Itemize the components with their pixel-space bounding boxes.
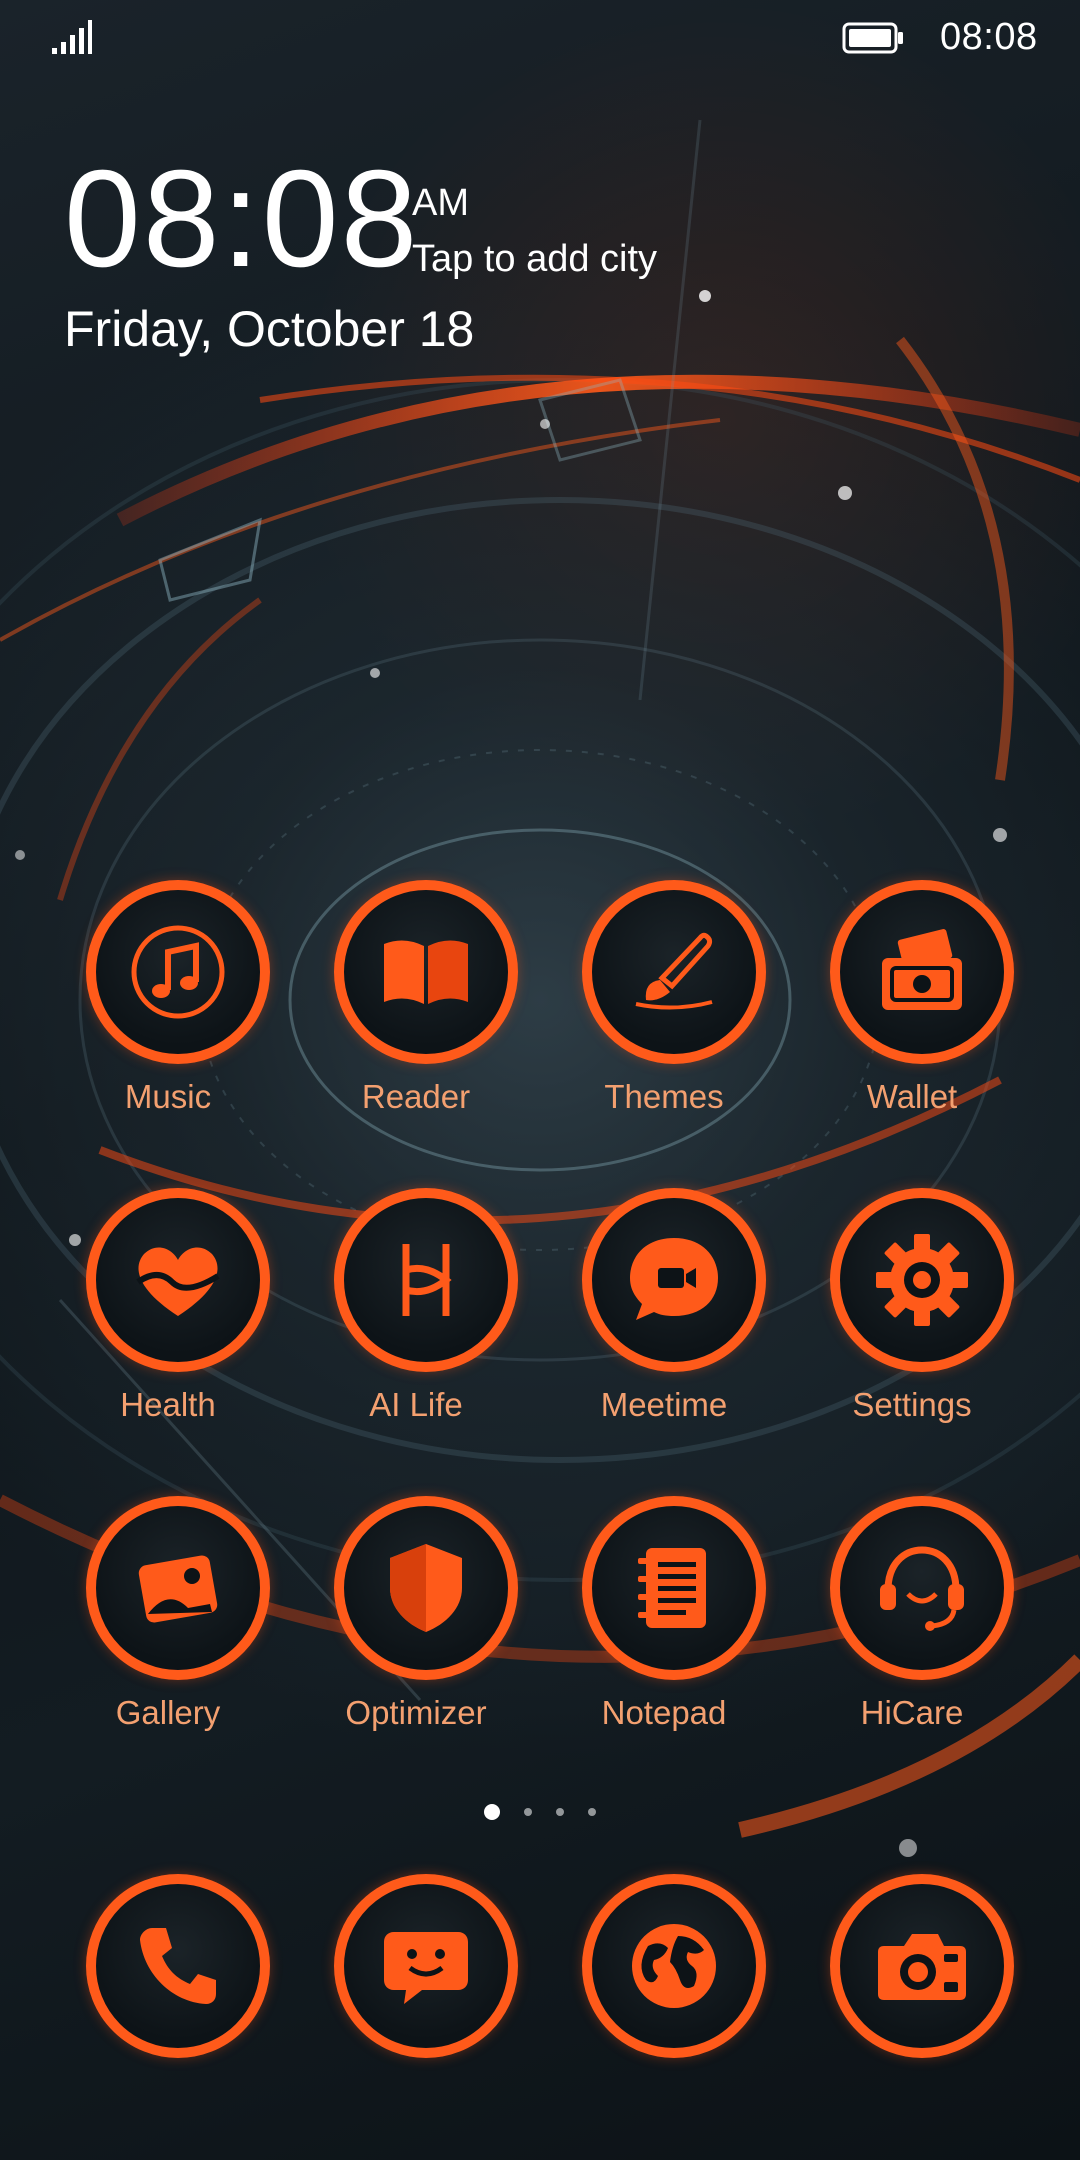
page-dot[interactable] — [524, 1808, 532, 1816]
dock-camera[interactable] — [810, 1874, 1030, 2134]
clock-date[interactable]: Friday, October 18 — [64, 300, 474, 358]
app-wallet[interactable]: Wallet — [810, 880, 1030, 1140]
globe-icon — [632, 1924, 716, 2008]
app-notepad[interactable]: Notepad — [562, 1496, 782, 1756]
dock-messages[interactable] — [314, 1874, 534, 2134]
app-settings[interactable]: Settings — [810, 1188, 1030, 1448]
dock — [0, 1874, 1080, 2064]
page-dot[interactable] — [556, 1808, 564, 1816]
phone-icon — [140, 1928, 216, 2004]
camera-icon — [878, 1934, 966, 2000]
clock-ampm: AM — [412, 182, 469, 224]
status-bar: 08:08 — [0, 0, 1080, 76]
app-themes[interactable]: Themes — [562, 880, 782, 1140]
headset-icon — [880, 1546, 964, 1631]
app-gallery[interactable]: Gallery — [66, 1496, 286, 1756]
app-meetime[interactable]: Meetime — [562, 1188, 782, 1448]
heart-icon — [136, 1247, 220, 1316]
app-label: Meetime — [600, 1386, 728, 1423]
signal-bars-icon — [52, 20, 92, 54]
status-time: 08:08 — [940, 16, 1038, 58]
app-reader[interactable]: Reader — [314, 880, 534, 1140]
app-label: Wallet — [866, 1078, 958, 1115]
video-chat-icon — [630, 1238, 718, 1320]
add-city-link[interactable]: Tap to add city — [412, 238, 657, 281]
app-label: Optimizer — [345, 1694, 487, 1731]
music-note-icon — [131, 925, 225, 1019]
app-label: Music — [124, 1078, 212, 1115]
app-music[interactable]: Music — [66, 880, 286, 1140]
battery-full-icon — [842, 22, 903, 54]
app-grid: Music Reader Themes Wallet Health AI Lif… — [0, 880, 1080, 1780]
notepad-icon — [638, 1548, 706, 1628]
app-label: HiCare — [860, 1694, 964, 1731]
clock-time[interactable]: 08:08 — [64, 150, 419, 288]
page-indicator[interactable] — [480, 1802, 600, 1822]
wallet-icon — [882, 929, 962, 1010]
clock-widget[interactable]: 08:08 AM Tap to add city Friday, October… — [60, 150, 760, 380]
app-label: Settings — [852, 1386, 972, 1423]
dock-browser[interactable] — [562, 1874, 782, 2134]
ai-life-icon — [402, 1244, 452, 1316]
app-label: Health — [120, 1386, 216, 1423]
app-ai-life[interactable]: AI Life — [314, 1188, 534, 1448]
app-label: Themes — [604, 1078, 724, 1115]
paintbrush-icon — [635, 932, 713, 1010]
app-hicare[interactable]: HiCare — [810, 1496, 1030, 1756]
app-optimizer[interactable]: Optimizer — [314, 1496, 534, 1756]
page-dot[interactable] — [588, 1808, 596, 1816]
app-label: AI Life — [369, 1386, 463, 1423]
app-label: Reader — [361, 1078, 471, 1115]
message-icon — [384, 1932, 468, 2004]
home-screen: 08:08 08:08 AM Tap to add city Friday, O… — [0, 0, 1080, 2160]
picture-icon — [138, 1555, 218, 1623]
shield-icon — [390, 1544, 462, 1632]
book-icon — [384, 940, 468, 1004]
app-health[interactable]: Health — [66, 1188, 286, 1448]
gear-icon — [876, 1234, 968, 1326]
page-dot-active[interactable] — [484, 1804, 500, 1820]
dock-phone[interactable] — [66, 1874, 286, 2134]
app-label: Notepad — [601, 1694, 727, 1731]
app-label: Gallery — [115, 1694, 221, 1731]
